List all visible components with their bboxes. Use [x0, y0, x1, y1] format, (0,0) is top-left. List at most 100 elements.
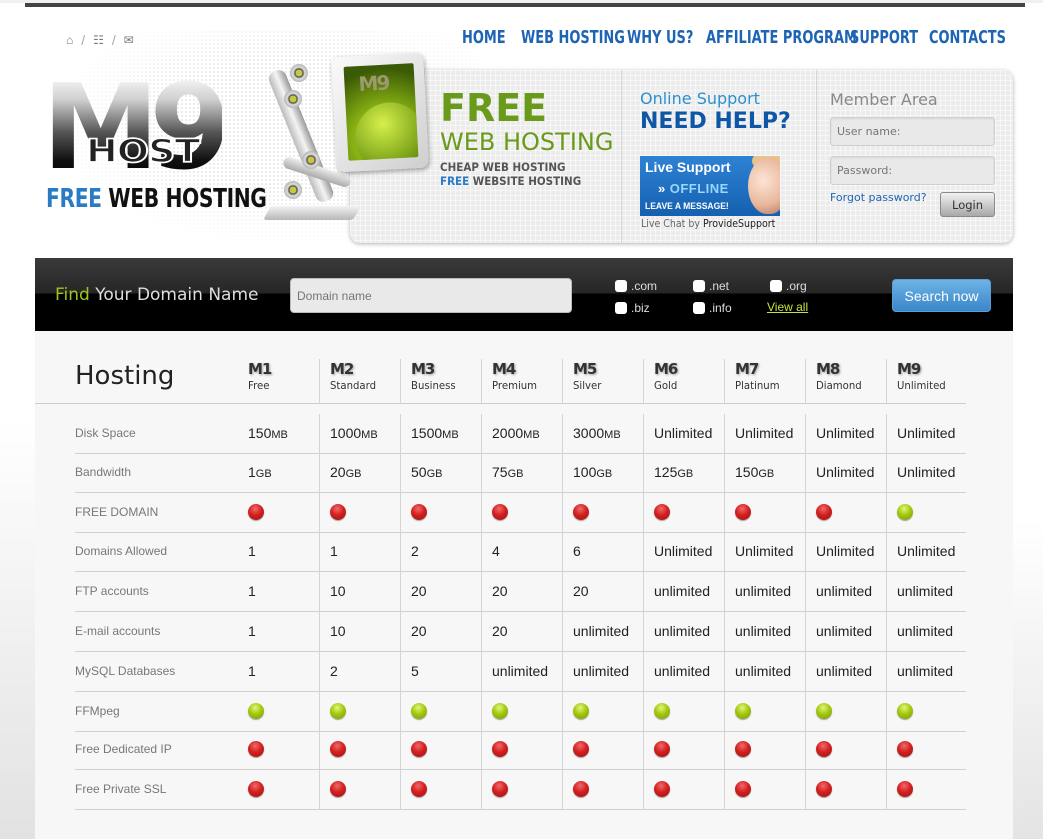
feature-excluded-icon — [897, 740, 913, 757]
table-cell: 125GB — [643, 453, 724, 492]
member-area-title: Member Area — [830, 90, 938, 109]
plan-header-m8: M8 Diamond — [805, 359, 866, 403]
nav-web-hosting[interactable]: WEB HOSTING — [521, 27, 625, 49]
tld-checkbox-info[interactable]: .info — [693, 301, 732, 315]
feature-label: Disk Space — [75, 426, 136, 440]
feature-excluded-icon — [654, 503, 670, 520]
nav-contacts[interactable]: CONTACTS — [929, 27, 1006, 49]
plan-header-m3: M3 Business — [400, 359, 460, 403]
domain-name-input[interactable] — [290, 278, 572, 313]
feature-excluded-icon — [816, 780, 832, 797]
feature-included-icon — [897, 503, 913, 520]
table-cell: 1 — [248, 652, 319, 691]
top-border-bar — [25, 3, 1025, 7]
promo-web-hosting: WEB HOSTING — [440, 128, 614, 156]
cell-unit: MB — [361, 429, 378, 441]
plan-header-m5: M5 Silver — [562, 359, 604, 403]
table-cell: 5 — [400, 652, 481, 691]
username-input[interactable] — [830, 117, 995, 146]
checkbox[interactable] — [615, 280, 627, 292]
status-text: OFFLINE — [669, 181, 729, 196]
table-cell: Unlimited — [886, 453, 966, 492]
feature-excluded-icon — [492, 503, 508, 520]
password-input[interactable] — [830, 156, 995, 185]
nav-why-us[interactable]: WHY US? — [627, 27, 693, 49]
table-row: Free Private SSL — [75, 770, 966, 810]
cell-value: unlimited — [654, 663, 711, 679]
feature-excluded-icon — [816, 740, 832, 757]
checkbox[interactable] — [770, 280, 782, 292]
cell-value: 150 — [735, 464, 759, 480]
promo-line-2: FREE WEBSITE HOSTING — [440, 174, 596, 188]
table-cell: 50GB — [400, 453, 481, 492]
cell-value: unlimited — [816, 663, 873, 679]
tld-label: .biz — [631, 301, 650, 315]
tld-checkbox-org[interactable]: .org — [770, 279, 807, 293]
table-cell: 1GB — [248, 453, 319, 492]
table-cell: Unlimited — [886, 532, 966, 571]
live-chat-credit[interactable]: Live Chat by ProvideSupport — [641, 218, 775, 230]
cell-value: 1 — [248, 543, 256, 559]
feature-label: FFMpeg — [75, 704, 120, 718]
cell-value: 125 — [654, 464, 678, 480]
cell-value: 20 — [492, 623, 508, 639]
separator: / — [81, 32, 86, 48]
table-cell — [805, 692, 886, 731]
table-cell: 75GB — [481, 453, 562, 492]
cell-value: unlimited — [816, 623, 873, 639]
table-cell: unlimited — [724, 572, 805, 611]
tld-checkbox-com[interactable]: .com — [615, 279, 657, 293]
cell-unit: MB — [523, 429, 540, 441]
cell-value: Unlimited — [897, 543, 956, 559]
home-icon[interactable]: ⌂ — [66, 33, 73, 47]
sitemap-icon[interactable]: ☷ — [93, 33, 104, 47]
view-all-tlds-link[interactable]: View all — [767, 300, 808, 314]
mail-icon[interactable]: ✉ — [124, 33, 134, 47]
plan-name: Silver — [573, 379, 602, 392]
banner-divider — [621, 70, 622, 243]
cell-value: 1 — [248, 464, 256, 480]
table-cell: unlimited — [886, 572, 966, 611]
feature-label: FTP accounts — [75, 584, 149, 598]
feature-label: MySQL Databases — [75, 664, 176, 678]
site-logo[interactable]: M9 HOST FREE WEB HOSTING — [42, 68, 267, 232]
tld-checkbox-net[interactable]: .net — [693, 279, 729, 293]
checkbox[interactable] — [615, 302, 627, 314]
checkbox[interactable] — [693, 302, 705, 314]
cell-value: Unlimited — [897, 464, 956, 480]
support-subtitle: Online Support — [640, 89, 760, 108]
nav-home[interactable]: HOME — [462, 27, 506, 49]
cell-value: unlimited — [897, 623, 954, 639]
table-cell — [562, 770, 643, 809]
cell-value: unlimited — [573, 663, 630, 679]
live-support-button[interactable]: Live Support » OFFLINE LEAVE A MESSAGE! — [640, 156, 780, 216]
nav-support[interactable]: SUPPORT — [850, 27, 918, 49]
cell-unit: GB — [426, 468, 443, 480]
cell-value: unlimited — [654, 583, 711, 599]
table-cell: 10 — [319, 612, 400, 651]
table-cell — [724, 730, 805, 769]
table-cell: unlimited — [481, 652, 562, 691]
page-side-gradient — [0, 420, 35, 839]
feature-label: FREE DOMAIN — [75, 505, 159, 519]
table-cell: 20 — [481, 612, 562, 651]
table-cell — [643, 730, 724, 769]
checkbox[interactable] — [693, 280, 705, 292]
table-cell — [481, 770, 562, 809]
login-button[interactable]: Login — [940, 192, 995, 217]
cell-value: unlimited — [735, 663, 792, 679]
table-row: MySQL Databases 1 2 5 unlimited unlimited unli… — [75, 652, 966, 692]
search-now-button[interactable]: Search now — [892, 279, 991, 312]
logo-sub: HOST — [85, 132, 201, 170]
cell-value: unlimited — [735, 583, 792, 599]
feature-included-icon — [330, 702, 346, 719]
cell-unit: MB — [604, 429, 621, 441]
nav-affiliate-program[interactable]: AFFILIATE PROGRAM — [706, 27, 857, 49]
table-cell: unlimited — [805, 612, 886, 651]
table-cell — [481, 730, 562, 769]
table-cell — [400, 692, 481, 731]
tld-checkbox-biz[interactable]: .biz — [615, 301, 650, 315]
forgot-password-link[interactable]: Forgot password? — [830, 191, 927, 204]
table-cell: 20 — [562, 572, 643, 611]
table-row: Free Dedicated IP — [75, 730, 966, 770]
